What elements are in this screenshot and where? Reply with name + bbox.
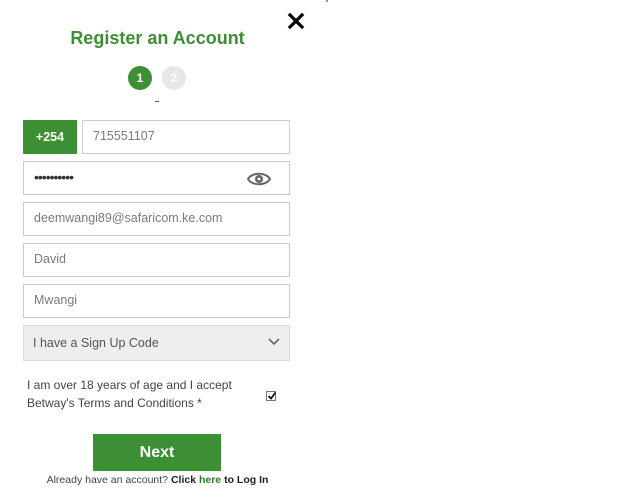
chevron-down-icon (268, 338, 280, 346)
terms-checkbox[interactable] (266, 391, 277, 401)
login-prefix: Already have an account? (46, 474, 169, 486)
phone-input[interactable]: 715551107 (82, 120, 290, 154)
background-mark (326, 0, 328, 2)
login-suffix: to Log In (224, 474, 269, 486)
page: Register an Account 1 2 +254 715551107 •… (0, 0, 633, 500)
login-here-link[interactable]: here (199, 474, 221, 486)
registration-panel: Register an Account 1 2 +254 715551107 •… (0, 0, 315, 500)
eye-icon[interactable] (247, 170, 271, 188)
last-name-input[interactable]: Mwangi (23, 284, 290, 318)
country-code-button[interactable]: +254 (23, 120, 77, 154)
first-name-input[interactable]: David (23, 243, 290, 277)
password-mask: •••••••••• (34, 169, 74, 185)
signup-code-select[interactable]: I have a Sign Up Code (23, 325, 290, 361)
password-input[interactable]: •••••••••• (23, 161, 290, 195)
next-button[interactable]: Next (93, 434, 221, 471)
terms-label: I am over 18 years of age and I accept B… (27, 378, 232, 410)
page-title: Register an Account (70, 28, 245, 48)
login-click-text: Click (170, 474, 197, 486)
step-2: 2 (162, 66, 186, 90)
login-prompt: Already have an account? Click here to L… (0, 474, 315, 486)
step-1: 1 (128, 66, 152, 90)
step-divider (155, 101, 159, 102)
email-input[interactable]: deemwangi89@safaricom.ke.com (23, 202, 290, 236)
signup-code-select-value: I have a Sign Up Code (33, 336, 159, 350)
check-icon (267, 391, 277, 400)
